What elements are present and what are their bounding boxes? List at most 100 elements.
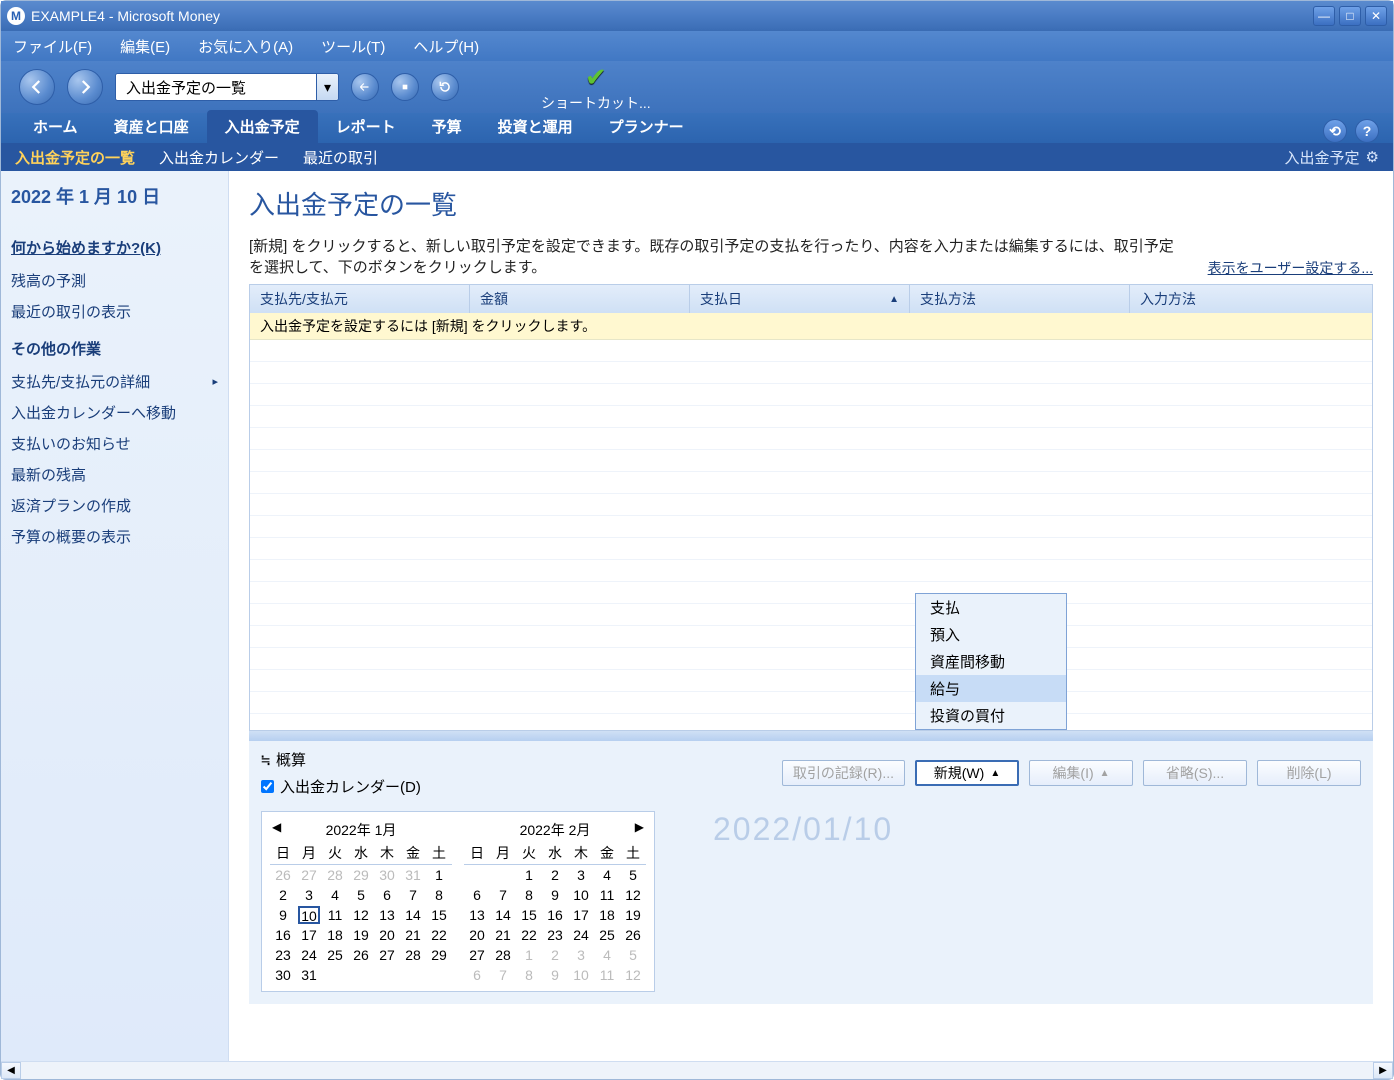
calendar-day[interactable]: 23 — [270, 945, 296, 965]
table-row[interactable] — [250, 560, 1372, 582]
calendar-day[interactable]: 27 — [296, 865, 322, 885]
calendar-day[interactable]: 3 — [568, 945, 594, 965]
calendar-day[interactable]: 6 — [464, 965, 490, 985]
delete-button[interactable]: 削除(L) — [1257, 760, 1361, 786]
calendar-day[interactable]: 12 — [620, 965, 646, 985]
calendar-day[interactable]: 7 — [400, 885, 426, 905]
table-row[interactable] — [250, 494, 1372, 516]
calendar-day[interactable]: 5 — [348, 885, 374, 905]
menu-help[interactable]: ヘルプ(H) — [413, 36, 479, 57]
sidebar-link-recent[interactable]: 最近の取引の表示 — [11, 299, 218, 324]
tab-schedule[interactable]: 入出金予定 — [207, 110, 318, 143]
calendar-day[interactable]: 16 — [542, 905, 568, 925]
calendar-day[interactable]: 31 — [400, 865, 426, 885]
calendar-day[interactable]: 29 — [426, 945, 452, 965]
sidebar-link-goto-calendar[interactable]: 入出金カレンダーへ移動 — [11, 400, 218, 425]
scroll-right-icon[interactable]: ▶ — [1373, 1062, 1393, 1079]
maximize-button[interactable]: □ — [1339, 6, 1361, 26]
calendar-day[interactable]: 18 — [594, 905, 620, 925]
calendar-day[interactable]: 10 — [568, 965, 594, 985]
col-input[interactable]: 入力方法 — [1130, 285, 1372, 313]
calendar-day[interactable]: 3 — [568, 865, 594, 885]
calendar-day[interactable]: 9 — [542, 965, 568, 985]
calendar-day[interactable]: 24 — [296, 945, 322, 965]
calendar-day[interactable]: 15 — [426, 905, 452, 925]
calendar-day[interactable]: 3 — [296, 885, 322, 905]
new-menu-item[interactable]: 支払 — [916, 594, 1066, 621]
calendar-day[interactable]: 13 — [374, 905, 400, 925]
new-menu-item[interactable]: 預入 — [916, 621, 1066, 648]
table-rows-scroll[interactable] — [250, 340, 1372, 730]
toolbar-round-1[interactable] — [351, 73, 379, 101]
tab-budget[interactable]: 予算 — [414, 110, 480, 143]
calendar-day[interactable]: 29 — [348, 865, 374, 885]
tab-planner[interactable]: プランナー — [591, 110, 702, 143]
calendar-day[interactable]: 28 — [490, 945, 516, 965]
calendar-day[interactable]: 17 — [568, 905, 594, 925]
calendar-day[interactable]: 21 — [400, 925, 426, 945]
calendar-day[interactable]: 2 — [270, 885, 296, 905]
tab-home[interactable]: ホーム — [15, 110, 96, 143]
forward-button[interactable] — [67, 69, 103, 105]
table-row[interactable] — [250, 626, 1372, 648]
calendar-day[interactable]: 26 — [620, 925, 646, 945]
tabbar-help-icon[interactable]: ? — [1355, 119, 1379, 143]
minimize-button[interactable]: ― — [1313, 6, 1335, 26]
new-menu-item[interactable]: 資産間移動 — [916, 648, 1066, 675]
sidebar-link-pay-notice[interactable]: 支払いのお知らせ — [11, 431, 218, 456]
close-button[interactable]: ✕ — [1365, 6, 1387, 26]
calendar-day[interactable]: 8 — [426, 885, 452, 905]
calendar-day[interactable]: 25 — [594, 925, 620, 945]
calendar-day[interactable] — [426, 965, 452, 985]
sidebar-link-forecast[interactable]: 残高の予測 — [11, 268, 218, 293]
calendar-day[interactable]: 15 — [516, 905, 542, 925]
table-row[interactable] — [250, 648, 1372, 670]
calendar-day[interactable]: 12 — [620, 885, 646, 905]
skip-button[interactable]: 省略(S)... — [1143, 760, 1247, 786]
calendar-day[interactable]: 30 — [374, 865, 400, 885]
calendar-day[interactable]: 25 — [322, 945, 348, 965]
new-menu-item[interactable]: 給与 — [916, 675, 1066, 702]
table-row[interactable] — [250, 384, 1372, 406]
sidebar-link-payee-detail[interactable]: 支払先/支払元の詳細▸ — [11, 369, 218, 394]
calendar-day[interactable] — [490, 865, 516, 885]
prev-month-icon[interactable]: ◀ — [272, 820, 281, 834]
calendar-day[interactable]: 31 — [296, 965, 322, 985]
toolbar-round-3[interactable] — [431, 73, 459, 101]
col-payee[interactable]: 支払先/支払元 — [250, 285, 470, 313]
table-row[interactable] — [250, 714, 1372, 730]
calendar-day[interactable]: 24 — [568, 925, 594, 945]
calendar-day[interactable]: 7 — [490, 885, 516, 905]
sidebar-link-repay-plan[interactable]: 返済プランの作成 — [11, 493, 218, 518]
calendar-day[interactable]: 20 — [464, 925, 490, 945]
calendar-day[interactable]: 11 — [594, 885, 620, 905]
table-row[interactable] — [250, 670, 1372, 692]
col-amount[interactable]: 金額 — [470, 285, 690, 313]
table-row[interactable] — [250, 516, 1372, 538]
calendar-day[interactable]: 28 — [400, 945, 426, 965]
mini-calendar-jan[interactable]: ◀2022年 1月 日月火水木金土26272829303112345678910… — [270, 818, 452, 985]
col-date[interactable]: 支払日▲ — [690, 285, 910, 313]
calendar-day[interactable]: 9 — [270, 905, 296, 925]
calendar-day[interactable]: 4 — [594, 865, 620, 885]
location-input[interactable] — [116, 74, 316, 100]
calendar-day[interactable] — [348, 965, 374, 985]
menu-favorites[interactable]: お気に入り(A) — [198, 36, 293, 57]
col-method[interactable]: 支払方法 — [910, 285, 1130, 313]
calendar-day[interactable]: 2 — [542, 865, 568, 885]
subtab-recent[interactable]: 最近の取引 — [303, 144, 378, 171]
calendar-day[interactable]: 20 — [374, 925, 400, 945]
calendar-day[interactable]: 10 — [568, 885, 594, 905]
calendar-day[interactable]: 5 — [620, 865, 646, 885]
calendar-day[interactable]: 19 — [620, 905, 646, 925]
calendar-day[interactable]: 14 — [400, 905, 426, 925]
calendar-checkbox[interactable] — [261, 780, 274, 793]
menu-tools[interactable]: ツール(T) — [321, 36, 385, 57]
record-button[interactable]: 取引の記録(R)... — [782, 760, 905, 786]
calendar-day[interactable]: 18 — [322, 925, 348, 945]
sidebar-start-header[interactable]: 何から始めますか?(K) — [11, 237, 218, 258]
edit-button[interactable]: 編集(I)▲ — [1029, 760, 1133, 786]
calendar-day[interactable]: 8 — [516, 965, 542, 985]
calendar-day[interactable]: 6 — [464, 885, 490, 905]
calendar-day[interactable]: 8 — [516, 885, 542, 905]
